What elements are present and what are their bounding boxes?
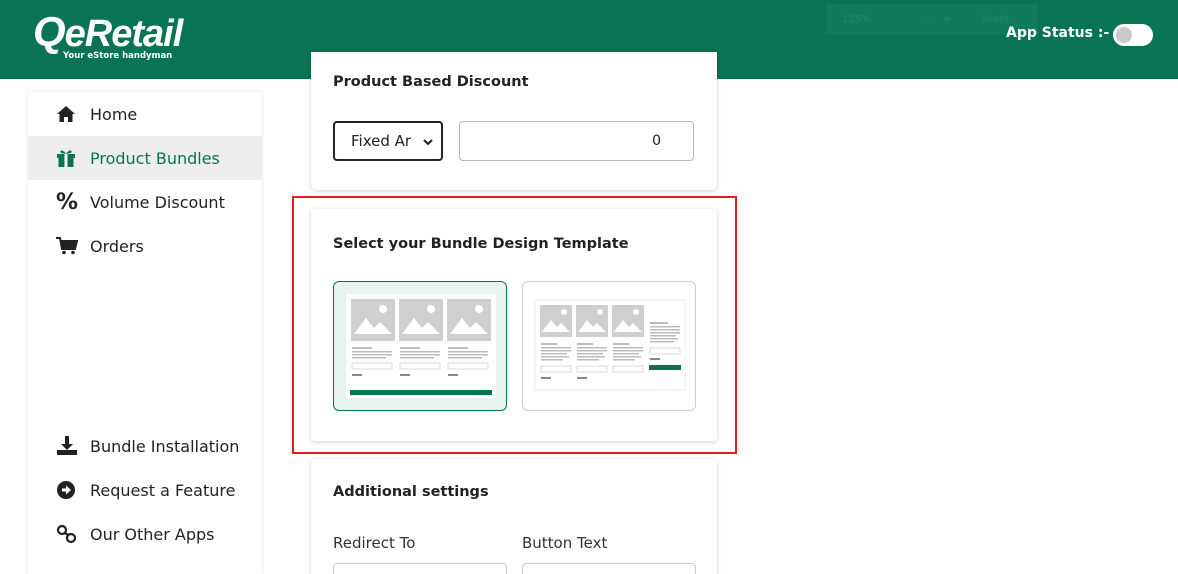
redirect-to-field[interactable] <box>333 563 507 574</box>
design-template-card: Select your Bundle Design Template <box>311 209 717 441</box>
cart-icon <box>56 236 80 256</box>
sidebar-item-request-feature[interactable]: Request a Feature <box>28 468 262 512</box>
discount-title: Product Based Discount <box>333 74 529 90</box>
sidebar-item-bundle-installation[interactable]: Bundle Installation <box>28 424 262 468</box>
discount-amount-value: 0 <box>652 133 661 149</box>
sidebar-item-label: Our Other Apps <box>90 524 215 544</box>
design-template-title: Select your Bundle Design Template <box>333 236 629 252</box>
discount-type-value: Fixed Ar <box>351 132 412 150</box>
sidebar-item-orders[interactable]: Orders <box>28 224 262 268</box>
sidebar-item-label: Volume Discount <box>90 192 225 212</box>
zoom-in-button[interactable]: + <box>943 14 951 25</box>
home-icon <box>56 104 80 124</box>
toggle-knob <box>1116 27 1132 43</box>
chevron-down-icon <box>422 134 434 152</box>
app-status-toggle[interactable] <box>1113 24 1153 46</box>
button-text-field[interactable] <box>522 563 696 574</box>
sidebar-item-label: Home <box>90 104 138 124</box>
discount-card: Product Based Discount Fixed Ar 0 <box>311 52 717 190</box>
sidebar-item-volume-discount[interactable]: % Volume Discount <box>28 180 262 224</box>
sidebar-item-label: Orders <box>90 236 144 256</box>
template-sidebar-option[interactable] <box>522 281 696 411</box>
discount-type-select[interactable]: Fixed Ar <box>333 121 443 161</box>
arrow-circle-icon <box>56 480 80 500</box>
link-icon <box>56 524 80 544</box>
sidebar-item-label: Bundle Installation <box>90 436 240 456</box>
sidebar-item-other-apps[interactable]: Our Other Apps <box>28 512 262 556</box>
template-sidebar-preview <box>534 299 686 391</box>
zoom-out-button[interactable]: − <box>923 14 931 25</box>
gift-icon <box>56 148 80 168</box>
template-grid-preview <box>346 294 496 398</box>
sidebar-item-home[interactable]: Home <box>28 92 262 136</box>
additional-settings-title: Additional settings <box>333 484 489 500</box>
zoom-level: 125% <box>842 13 871 25</box>
additional-settings-card: Additional settings Redirect To Button T… <box>311 459 717 574</box>
logo: QeRetail Your eStore handyman <box>33 8 184 62</box>
zoom-reset-button[interactable]: Reset <box>981 14 1009 25</box>
discount-amount-input[interactable]: 0 <box>459 121 694 161</box>
template-grid-option[interactable] <box>333 281 507 411</box>
sidebar-item-label: Product Bundles <box>90 148 220 168</box>
sidebar-item-label: Request a Feature <box>90 480 236 500</box>
logo-text: eRetail <box>64 13 184 55</box>
sidebar-item-product-bundles[interactable]: Product Bundles <box>28 136 262 180</box>
redirect-to-label: Redirect To <box>333 534 416 552</box>
download-icon <box>56 436 80 456</box>
button-text-label: Button Text <box>522 534 608 552</box>
sidebar: Home Product Bundles % Volume Discount O… <box>28 92 262 574</box>
logo-tagline: Your eStore handyman <box>63 51 173 61</box>
app-status-label: App Status :- <box>1006 25 1110 41</box>
percent-icon: % <box>56 189 79 215</box>
